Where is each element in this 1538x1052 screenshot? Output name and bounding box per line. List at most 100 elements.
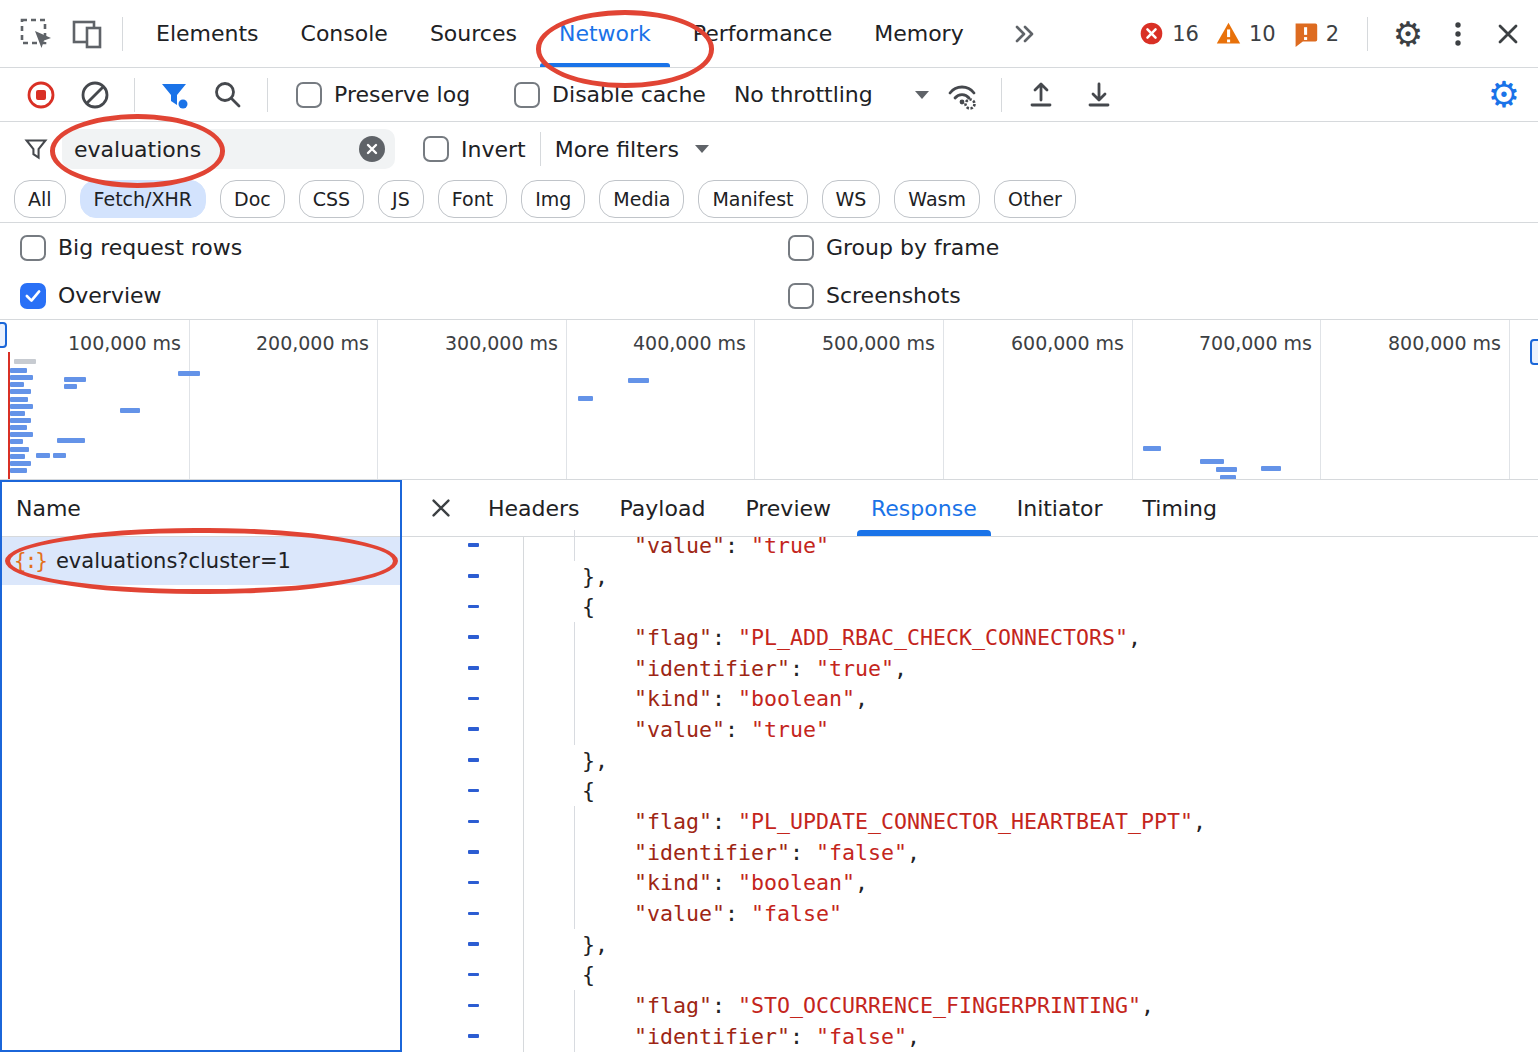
fold-marker[interactable] [468, 820, 479, 824]
group-by-frame-checkbox[interactable]: Group by frame [788, 235, 999, 261]
timeline-request-bar [10, 397, 28, 402]
type-filter-doc[interactable]: Doc [220, 180, 285, 218]
fold-marker[interactable] [468, 789, 479, 793]
timeline-request-bar [64, 384, 77, 389]
type-filter-all[interactable]: All [14, 180, 66, 218]
warning-count[interactable]: 10 [1215, 20, 1276, 47]
fold-marker[interactable] [468, 850, 479, 854]
overview-checkbox[interactable]: Overview [20, 283, 162, 309]
screenshots-checkbox[interactable]: Screenshots [788, 283, 961, 309]
search-icon[interactable] [201, 71, 255, 119]
network-settings-icon[interactable]: ⚙ [1482, 73, 1526, 117]
detail-tab-timing[interactable]: Timing [1123, 480, 1237, 536]
name-column-header[interactable]: Name [0, 480, 402, 537]
response-line: }, [402, 929, 1538, 960]
fold-marker[interactable] [468, 666, 479, 670]
more-tabs-icon[interactable] [991, 0, 1059, 67]
settings-icon[interactable]: ⚙ [1386, 12, 1430, 56]
network-toolbar: Preserve log Disable cache No throttling… [0, 68, 1538, 122]
fold-marker[interactable] [468, 574, 479, 578]
detail-tab-payload[interactable]: Payload [600, 480, 726, 536]
response-line: { [402, 776, 1538, 807]
fold-marker[interactable] [468, 605, 479, 609]
invert-checkbox[interactable]: Invert [423, 136, 526, 162]
fold-marker[interactable] [468, 942, 479, 946]
clear-filter-icon[interactable] [359, 136, 385, 162]
timeline-request-bar [10, 425, 27, 430]
close-detail-icon[interactable] [422, 486, 460, 530]
type-filter-fetchxhr[interactable]: Fetch/XHR [80, 180, 206, 218]
overview-right-handle[interactable] [1530, 339, 1538, 365]
clear-network-log-icon[interactable] [68, 71, 122, 119]
filter-input-value: evaluations [74, 137, 359, 162]
response-line: "kind": "boolean", [402, 868, 1538, 899]
timeline-tick-label: 800,000 ms [1309, 332, 1501, 354]
more-filters-dropdown[interactable]: More filters [555, 137, 709, 162]
timeline-request-bar [10, 454, 25, 459]
filter-icon[interactable] [147, 71, 201, 119]
timeline-request-bar [1200, 459, 1224, 464]
fold-marker[interactable] [468, 727, 479, 731]
throttling-select[interactable]: No throttling [734, 82, 929, 107]
more-options-icon[interactable] [1436, 12, 1480, 56]
inspect-element-icon[interactable] [14, 12, 58, 56]
network-overview-timeline[interactable]: 100,000 ms200,000 ms300,000 ms400,000 ms… [0, 320, 1538, 480]
response-line: "value": "true" [402, 530, 1538, 561]
error-count[interactable]: 16 [1138, 20, 1199, 47]
response-line: "value": "true" [402, 714, 1538, 745]
fold-marker[interactable] [468, 912, 479, 916]
tab-network[interactable]: Network [538, 0, 672, 67]
timeline-request-bar [1261, 466, 1281, 471]
timeline-tick-label: 700,000 ms [1120, 332, 1312, 354]
import-har-icon[interactable] [1014, 71, 1068, 119]
tab-console[interactable]: Console [280, 0, 409, 67]
fold-marker[interactable] [468, 697, 479, 701]
timeline-request-bar [53, 453, 66, 458]
type-filter-font[interactable]: Font [438, 180, 507, 218]
request-detail-panel: HeadersPayloadPreviewResponseInitiatorTi… [402, 480, 1538, 1052]
timeline-request-bar [10, 382, 24, 387]
type-filter-js[interactable]: JS [378, 180, 424, 218]
type-filter-css[interactable]: CSS [299, 180, 364, 218]
type-filter-other[interactable]: Other [994, 180, 1076, 218]
type-filter-ws[interactable]: WS [822, 180, 881, 218]
network-conditions-icon[interactable] [935, 71, 989, 119]
detail-tab-initiator[interactable]: Initiator [997, 480, 1123, 536]
response-line: { [402, 591, 1538, 622]
fold-marker[interactable] [468, 635, 479, 639]
response-line: "identifier": "false", [402, 1021, 1538, 1052]
type-filter-img[interactable]: Img [521, 180, 585, 218]
type-filter-manifest[interactable]: Manifest [698, 180, 807, 218]
close-devtools-icon[interactable] [1486, 12, 1530, 56]
timeline-gridline [1509, 320, 1510, 479]
preserve-log-checkbox[interactable]: Preserve log [296, 82, 470, 108]
tab-elements[interactable]: Elements [135, 0, 280, 67]
filter-input[interactable]: evaluations [62, 129, 395, 169]
disable-cache-checkbox[interactable]: Disable cache [514, 82, 706, 108]
issues-count[interactable]: 2 [1292, 20, 1339, 47]
fold-marker[interactable] [468, 543, 479, 547]
fold-marker[interactable] [468, 758, 479, 762]
fold-marker[interactable] [468, 881, 479, 885]
type-filter-media[interactable]: Media [599, 180, 684, 218]
issues-icon [1292, 20, 1319, 47]
timeline-request-bar [10, 418, 31, 423]
export-har-icon[interactable] [1072, 71, 1126, 119]
overview-label: Overview [58, 283, 162, 308]
fold-marker[interactable] [468, 973, 479, 977]
detail-tab-response[interactable]: Response [851, 480, 997, 536]
tab-memory[interactable]: Memory [853, 0, 984, 67]
response-line: "kind": "boolean", [402, 683, 1538, 714]
device-toolbar-icon[interactable] [66, 12, 110, 56]
detail-tab-preview[interactable]: Preview [725, 480, 851, 536]
tab-performance[interactable]: Performance [672, 0, 853, 67]
fold-marker[interactable] [468, 1004, 479, 1008]
record-network-log-icon[interactable] [14, 71, 68, 119]
request-row[interactable]: {:} evaluations?cluster=1 [0, 537, 402, 585]
fold-marker[interactable] [468, 1034, 479, 1038]
big-request-rows-checkbox[interactable]: Big request rows [20, 235, 242, 261]
tab-sources[interactable]: Sources [409, 0, 538, 67]
type-filter-wasm[interactable]: Wasm [894, 180, 980, 218]
detail-tab-headers[interactable]: Headers [468, 480, 600, 536]
chevron-down-icon [695, 145, 709, 153]
